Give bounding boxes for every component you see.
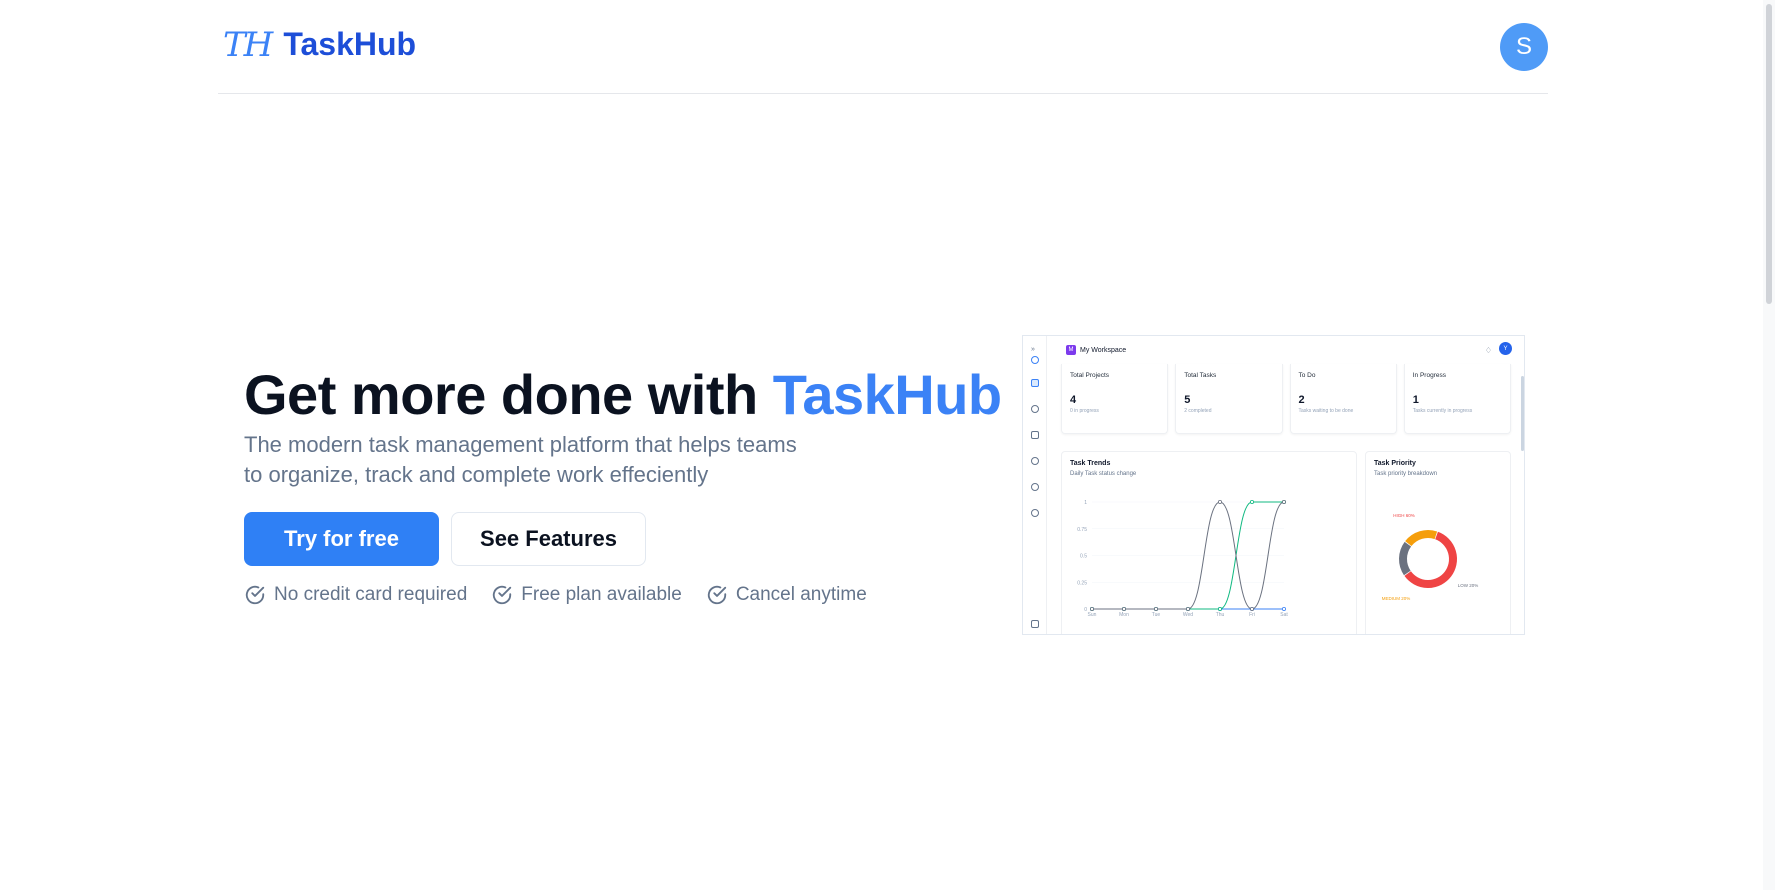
stat-value: 5 <box>1184 394 1191 406</box>
priority-subtitle: Task priority breakdown <box>1374 471 1438 477</box>
data-point <box>1281 500 1286 505</box>
stat-value: 4 <box>1070 394 1077 406</box>
hero-subtitle-line2: to organize, track and complete work eff… <box>244 462 709 487</box>
check-icon <box>1031 483 1039 491</box>
data-point <box>1186 607 1191 612</box>
data-point <box>1154 607 1159 612</box>
pie-slice <box>1399 541 1412 576</box>
stat-sub: Tasks currently in progress <box>1412 408 1473 414</box>
stat-sub: 2 completed <box>1184 408 1212 414</box>
hero-title-prefix: Get more done with <box>244 363 773 426</box>
x-tick-label: Thu <box>1216 612 1225 618</box>
x-tick-label: Sun <box>1088 612 1097 618</box>
stat-card: In Progress 1 Tasks currently in progres… <box>1403 364 1511 434</box>
task-trends-panel: Task Trends Daily Task status change 0 0.… <box>1061 451 1357 634</box>
task-priority-chart: HIGH 60% LOW 20% MEDIUM 20% <box>1382 513 1479 601</box>
logo-mark: TH <box>223 24 273 65</box>
x-tick-label: Mon <box>1119 612 1129 618</box>
stat-sub: 0 in progress <box>1070 408 1099 414</box>
data-point <box>1249 500 1254 505</box>
x-tick-label: Fri <box>1249 612 1255 618</box>
x-tick-label: Tue <box>1152 612 1161 618</box>
perk-label: Free plan available <box>521 584 682 605</box>
y-tick-label: 1 <box>1084 500 1087 506</box>
dashboard-preview: » M My Workspace ♢ Y Total Projects 4 0 … <box>1022 335 1525 635</box>
stat-value: 2 <box>1298 394 1305 406</box>
stat-card: Total Tasks 5 2 completed <box>1175 364 1283 434</box>
hero-title-accent: TaskHub <box>772 363 1002 426</box>
data-point <box>1089 607 1094 612</box>
stat-title: In Progress <box>1412 372 1446 379</box>
data-point <box>1217 607 1222 612</box>
preview-sidebar: » <box>1023 336 1047 634</box>
stat-title: Total Projects <box>1070 372 1110 379</box>
stat-card: To Do 2 Tasks waiting to be done <box>1289 364 1397 434</box>
pie-slice <box>1405 530 1438 547</box>
task-trends-chart: 00.250.50.751Sun Mon Tue Wed Thu Fri Sat <box>1077 500 1288 618</box>
y-tick-label: 0.5 <box>1080 554 1087 560</box>
perk-item: Free plan available <box>491 584 682 606</box>
slice-label: MEDIUM 20% <box>1382 596 1411 601</box>
perk-label: No credit card required <box>274 584 468 605</box>
stat-value: 1 <box>1412 394 1419 406</box>
preview-avatar: Y <box>1499 342 1512 355</box>
y-tick-label: 0.25 <box>1077 580 1087 586</box>
stat-cards: Total Projects 4 0 in progress Total Tas… <box>1061 364 1511 434</box>
stat-title: Total Tasks <box>1184 372 1217 379</box>
perk-item: Cancel anytime <box>706 584 867 606</box>
data-point <box>1217 500 1222 505</box>
perk-label: Cancel anytime <box>735 584 867 605</box>
stat-title: To Do <box>1298 372 1316 379</box>
y-tick-label: 0.75 <box>1077 527 1087 533</box>
tasks-icon <box>1031 431 1039 439</box>
check-circle-icon <box>245 585 265 605</box>
see-features-button[interactable]: See Features <box>451 512 646 566</box>
preview-scrollbar <box>1521 376 1524 451</box>
users-icon <box>1031 405 1039 413</box>
members-icon <box>1031 457 1039 465</box>
priority-title: Task Priority <box>1374 460 1416 467</box>
expand-icon: » <box>1031 346 1035 353</box>
check-circle-icon <box>493 585 512 605</box>
workspace-name: My Workspace <box>1080 346 1127 354</box>
page-scrollbar[interactable] <box>1763 0 1775 890</box>
app-name: TaskHub <box>283 26 417 62</box>
x-tick-label: Sat <box>1280 612 1288 618</box>
gear-icon <box>1031 509 1039 517</box>
workspace-badge: M <box>1066 345 1076 355</box>
data-point <box>1249 607 1254 612</box>
slice-label: HIGH 60% <box>1393 513 1415 518</box>
task-priority-panel: Task Priority Task priority breakdown HI… <box>1365 451 1511 634</box>
slice-label: LOW 20% <box>1458 583 1479 588</box>
bell-icon: ♢ <box>1484 346 1492 355</box>
trends-subtitle: Daily Task status change <box>1070 471 1137 477</box>
hero-subtitle: The modern task management platform that… <box>244 430 804 490</box>
preview-topbar: M My Workspace <box>1047 336 1524 364</box>
data-point <box>1281 607 1286 612</box>
scrollbar-thumb[interactable] <box>1766 4 1772 304</box>
user-avatar[interactable]: S <box>1500 23 1548 71</box>
hero-subtitle-line1: The modern task management platform that… <box>244 432 797 457</box>
data-point <box>1122 607 1127 612</box>
perks-list: No credit card required Free plan availa… <box>244 584 867 606</box>
hero-title: Get more done with TaskHub <box>244 362 1002 427</box>
dashboard-icon <box>1031 379 1039 387</box>
wrench-icon <box>1031 356 1039 364</box>
stat-sub: Tasks waiting to be done <box>1298 408 1354 414</box>
trends-title: Task Trends <box>1070 460 1111 467</box>
brand-logo[interactable]: TH TaskHub <box>223 26 416 63</box>
stat-card: Total Projects 4 0 in progress <box>1061 364 1169 434</box>
logout-icon <box>1031 620 1039 628</box>
x-tick-label: Wed <box>1183 612 1193 618</box>
perk-item: No credit card required <box>244 584 467 606</box>
try-for-free-button[interactable]: Try for free <box>244 512 439 566</box>
check-circle-icon <box>707 585 726 605</box>
top-navbar: TH TaskHub S <box>218 0 1548 94</box>
